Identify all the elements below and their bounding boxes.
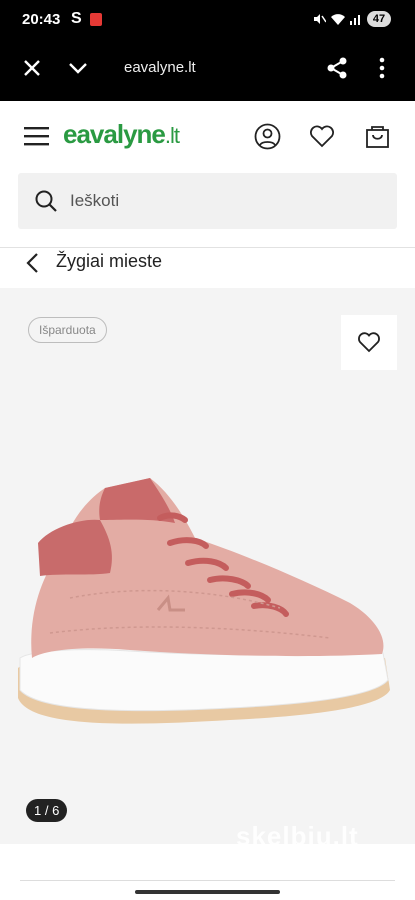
heart-icon [358, 332, 380, 353]
image-counter: 1 / 6 [26, 799, 68, 822]
s-app-icon: S [71, 10, 82, 27]
sold-out-badge: Išparduota [28, 317, 107, 343]
wifi-icon [331, 14, 345, 25]
mute-icon [314, 14, 326, 24]
search-bar[interactable] [18, 173, 397, 229]
product-image [18, 478, 390, 724]
site-header: eavalyne.lt [0, 101, 415, 171]
status-bar: 20:43 S 47 [0, 0, 415, 40]
menu-icon[interactable] [24, 125, 49, 147]
status-time: 20:43 [22, 11, 61, 28]
youtube-icon [90, 13, 102, 26]
section-divider [20, 880, 395, 881]
gesture-nav-handle[interactable] [135, 890, 280, 894]
chevron-left-icon[interactable] [24, 251, 40, 275]
url-bar[interactable]: eavalyne.lt [124, 59, 196, 76]
more-icon[interactable] [376, 56, 388, 80]
bag-icon[interactable] [365, 123, 390, 149]
product-gallery[interactable]: Išparduota 1 / 6 skelbiu.lt [0, 288, 415, 851]
search-input[interactable] [70, 187, 370, 215]
heart-icon[interactable] [309, 124, 335, 148]
logo-suffix-text: .lt [164, 123, 180, 148]
battery-indicator: 47 [367, 11, 391, 27]
user-icon[interactable] [254, 123, 281, 150]
chevron-down-icon[interactable] [67, 59, 89, 77]
close-icon[interactable] [22, 58, 42, 78]
logo-main-text: eavalyne [63, 119, 166, 149]
add-to-favorites-button[interactable] [341, 315, 397, 370]
search-icon[interactable] [34, 189, 58, 213]
browser-toolbar: eavalyne.lt [0, 40, 415, 101]
signal-icon [350, 15, 360, 25]
breadcrumb[interactable]: Žygiai mieste [0, 248, 415, 288]
share-icon[interactable] [325, 56, 349, 80]
breadcrumb-label[interactable]: Žygiai mieste [56, 251, 162, 272]
site-logo[interactable]: eavalyne.lt [63, 119, 180, 150]
